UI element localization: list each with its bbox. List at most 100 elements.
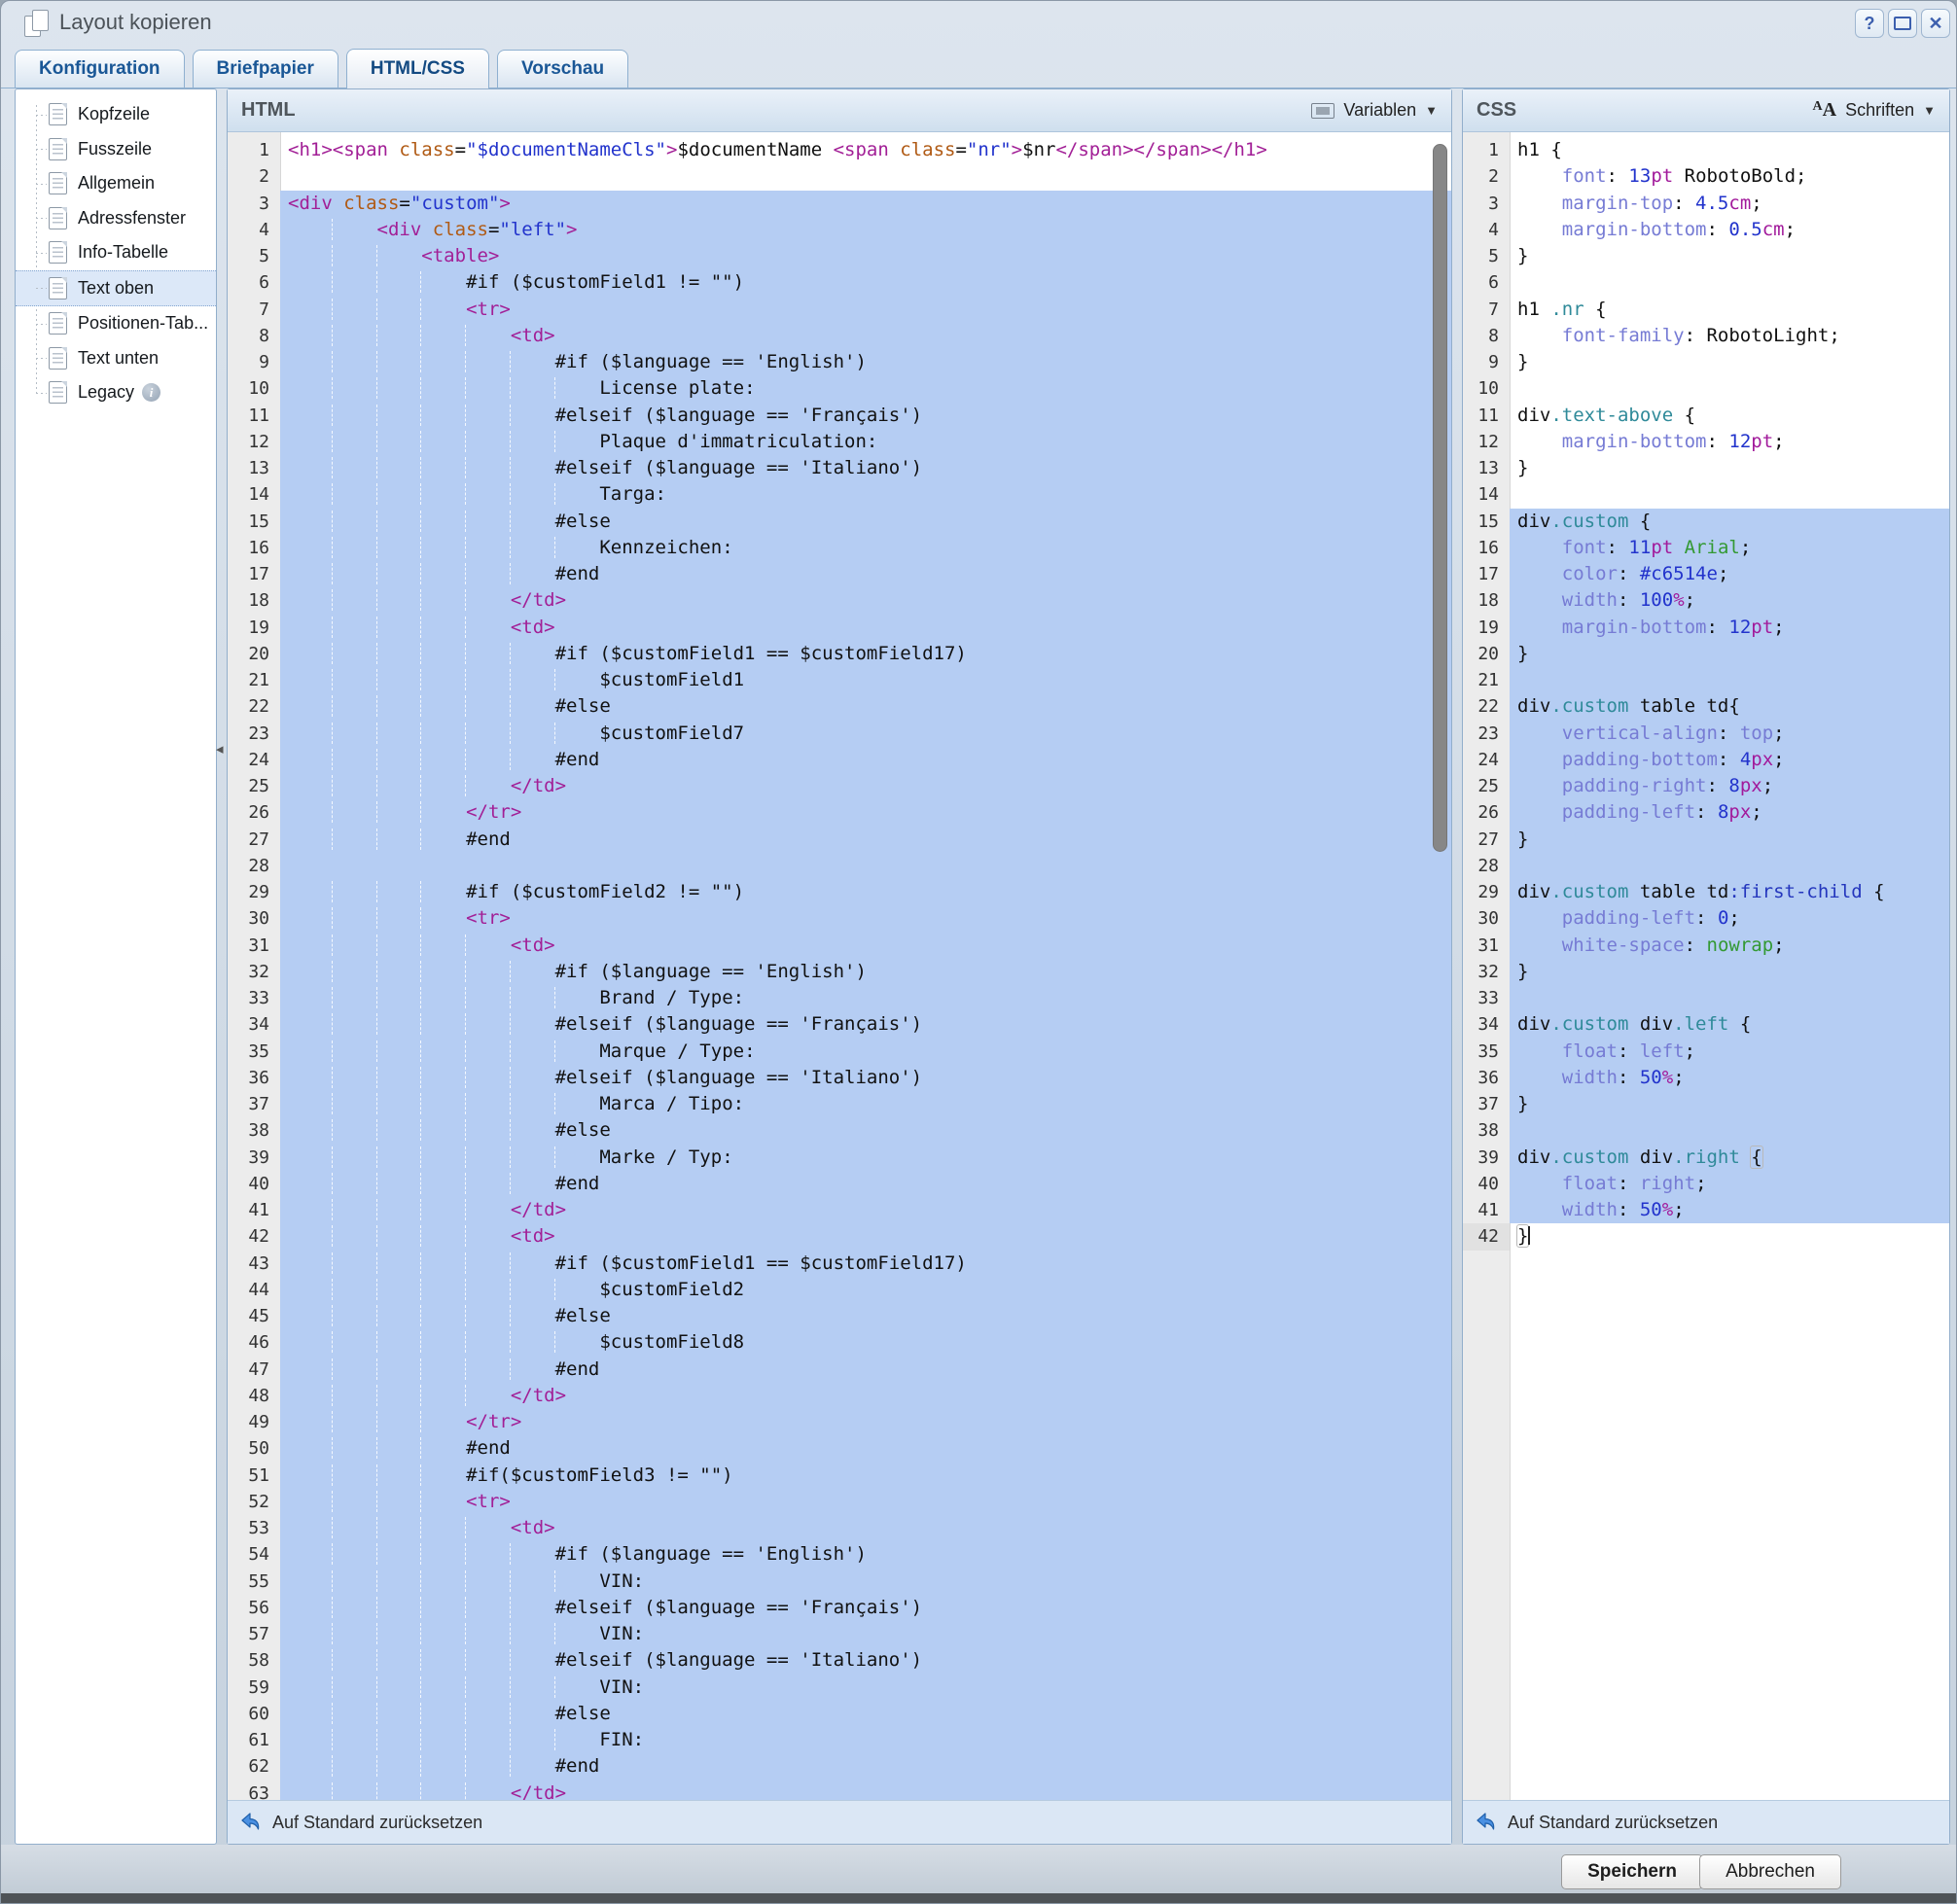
code-line: 53 <td> [228,1515,1451,1541]
code-line: 57 VIN: [228,1621,1451,1647]
code-line: 11div.text-above { [1463,403,1949,429]
fonts-dropdown-button[interactable]: AA Schriften ▼ [1813,99,1937,122]
css-reset-button[interactable]: Auf Standard zurücksetzen [1475,1811,1718,1834]
css-panel-header: CSS AA Schriften ▼ [1463,89,1949,132]
maximize-button[interactable] [1888,9,1917,38]
code-line: 35 float: left; [1463,1039,1949,1065]
code-line: 13} [1463,455,1949,481]
code-line: 15 #else [228,509,1451,535]
titlebar: Layout kopieren ? ✕ [1,1,1956,46]
cancel-button[interactable]: Abbrechen [1699,1854,1841,1889]
code-line: 48 </td> [228,1383,1451,1409]
code-line: 31 white-space: nowrap; [1463,933,1949,959]
question-icon: ? [1865,14,1875,34]
code-line: 21 [1463,667,1949,693]
code-line: 43 #if ($customField1 == $customField17) [228,1251,1451,1277]
section-tree: Kopfzeile Fusszeile Allgemein Adressfens… [16,89,216,410]
sidebar-item-positionen-tabelle[interactable]: Positionen-Tab... [16,306,216,341]
sidebar-item-adressfenster[interactable]: Adressfenster [16,201,216,236]
sidebar-item-legacy[interactable]: Legacyi [16,375,216,410]
code-line: 21 $customField1 [228,667,1451,693]
sidebar-item-label: Kopfzeile [78,104,150,124]
sidebar-item-label: Positionen-Tab... [78,313,208,334]
code-line: 10 [1463,375,1949,402]
code-line: 8 font-family: RobotoLight; [1463,323,1949,349]
code-line: 36 width: 50%; [1463,1065,1949,1091]
code-line: 37 Marca / Tipo: [228,1091,1451,1117]
scrollbar-thumb[interactable] [1433,144,1447,852]
reset-label: Auf Standard zurücksetzen [272,1813,482,1833]
sidebar-item-label: Allgemein [78,173,155,194]
tab-konfiguration[interactable]: Konfiguration [15,50,185,88]
code-line: 61 FIN: [228,1727,1451,1753]
html-reset-bar: Auf Standard zurücksetzen [228,1800,1451,1844]
code-line: 32 #if ($language == 'English') [228,959,1451,985]
code-line: 27 #end [228,827,1451,853]
document-icon [49,207,67,229]
html-panel-title: HTML [241,99,296,122]
code-line: 18 width: 100%; [1463,587,1949,614]
code-line: 19 margin-bottom: 12pt; [1463,615,1949,641]
tab-vorschau[interactable]: Vorschau [497,50,628,88]
chevron-down-icon: ▼ [1923,103,1936,118]
tab-html-css[interactable]: HTML/CSS [346,49,489,88]
code-line: 45 #else [228,1303,1451,1329]
code-line: 56 #elseif ($language == 'Français') [228,1595,1451,1621]
document-icon [49,312,67,335]
code-line: 26 </tr> [228,799,1451,826]
chevron-down-icon: ▼ [1425,103,1438,118]
code-line: 41 width: 50%; [1463,1197,1949,1223]
code-line: 47 #end [228,1357,1451,1383]
code-line: 8 <td> [228,323,1451,349]
variables-label: Variablen [1343,100,1416,121]
close-button[interactable]: ✕ [1921,9,1950,38]
undo-icon [239,1811,263,1834]
code-line: 1<h1><span class="$documentNameCls">$doc… [228,137,1451,163]
layout-copy-dialog: Layout kopieren ? ✕ Konfiguration Briefp… [0,0,1957,1904]
code-line: 42} [1463,1223,1949,1250]
html-reset-button[interactable]: Auf Standard zurücksetzen [239,1811,482,1834]
save-button[interactable]: Speichern [1561,1854,1703,1889]
tab-briefpapier[interactable]: Briefpapier [193,50,338,88]
code-line: 37} [1463,1091,1949,1117]
sidebar-item-text-oben[interactable]: Text oben [16,270,216,307]
code-line: 9 #if ($language == 'English') [228,349,1451,375]
code-line: 38 [1463,1117,1949,1144]
reset-label: Auf Standard zurücksetzen [1508,1813,1718,1833]
code-line: 52 <tr> [228,1489,1451,1515]
info-icon[interactable]: i [142,383,160,402]
code-line: 25 </td> [228,773,1451,799]
code-line: 16 font: 11pt Arial; [1463,535,1949,561]
code-line: 33 Brand / Type: [228,985,1451,1011]
css-code-editor[interactable]: 1h1 {2 font: 13pt RobotoBold;3 margin-to… [1463,132,1949,1800]
code-line: 11 #elseif ($language == 'Français') [228,403,1451,429]
sidebar-item-fusszeile[interactable]: Fusszeile [16,132,216,167]
sidebar-item-info-tabelle[interactable]: Info-Tabelle [16,235,216,270]
sidebar-item-label: Fusszeile [78,139,152,159]
document-icon [49,381,67,404]
code-line: 17 color: #c6514e; [1463,561,1949,587]
help-button[interactable]: ? [1855,9,1884,38]
code-line: 19 <td> [228,615,1451,641]
background-app-edge [1,1893,1956,1904]
code-line: 15div.custom { [1463,509,1949,535]
code-line: 29div.custom table td:first-child { [1463,879,1949,905]
sidebar-item-label: Text unten [78,348,159,369]
sidebar-item-kopfzeile[interactable]: Kopfzeile [16,97,216,132]
variables-dropdown-button[interactable]: Variablen ▼ [1311,100,1438,121]
code-line: 34div.custom div.left { [1463,1011,1949,1038]
code-line: 20 #if ($customField1 == $customField17) [228,641,1451,667]
code-line: 18 </td> [228,587,1451,614]
css-editor-panel: CSS AA Schriften ▼ 1h1 {2 font: 13pt Rob… [1462,88,1950,1845]
code-line: 35 Marque / Type: [228,1039,1451,1065]
copy-document-icon [24,10,53,37]
html-code-editor[interactable]: 1<h1><span class="$documentNameCls">$doc… [228,132,1451,1800]
code-line: 4 <div class="left"> [228,217,1451,243]
code-line: 5} [1463,243,1949,269]
code-line: 12 Plaque d'immatriculation: [228,429,1451,455]
collapse-sidebar-handle[interactable]: ◂ [216,740,224,758]
close-icon: ✕ [1928,14,1942,34]
code-line: 14 Targa: [228,481,1451,508]
sidebar-item-text-unten[interactable]: Text unten [16,341,216,376]
sidebar-item-allgemein[interactable]: Allgemein [16,166,216,201]
